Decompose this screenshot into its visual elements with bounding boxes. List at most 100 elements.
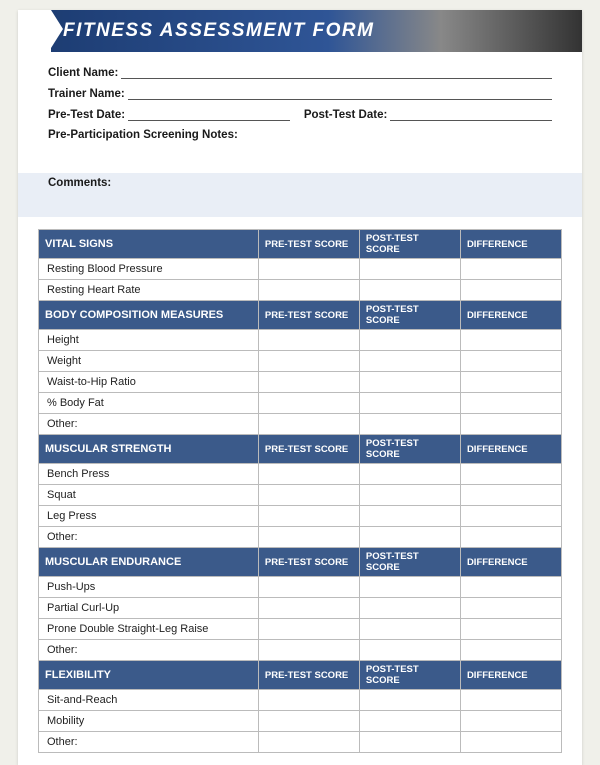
metric-label: Partial Curl-Up (39, 598, 259, 619)
metric-label: Sit-and-Reach (39, 690, 259, 711)
metric-label: Mobility (39, 711, 259, 732)
metric-label: Resting Heart Rate (39, 280, 259, 301)
form-fields-area: Client Name: Trainer Name: Pre-Test Date… (18, 52, 582, 173)
difference-cell[interactable] (460, 414, 561, 435)
section-header: VITAL SIGNSPRE-TEST SCOREPOST-TEST SCORE… (39, 230, 562, 259)
posttest-cell[interactable] (359, 598, 460, 619)
posttest-cell[interactable] (359, 414, 460, 435)
posttest-cell[interactable] (359, 485, 460, 506)
posttest-cell[interactable] (359, 351, 460, 372)
pre-test-date-input[interactable] (128, 108, 290, 121)
difference-cell[interactable] (460, 330, 561, 351)
table-row: Resting Blood Pressure (39, 259, 562, 280)
metric-label: Weight (39, 351, 259, 372)
metric-label: Height (39, 330, 259, 351)
pretest-cell[interactable] (258, 414, 359, 435)
posttest-cell[interactable] (359, 732, 460, 753)
pretest-cell[interactable] (258, 464, 359, 485)
posttest-cell[interactable] (359, 372, 460, 393)
client-name-input[interactable] (121, 66, 552, 79)
screening-notes-input[interactable] (48, 141, 552, 165)
table-row: Resting Heart Rate (39, 280, 562, 301)
difference-cell[interactable] (460, 527, 561, 548)
difference-cell[interactable] (460, 619, 561, 640)
difference-cell[interactable] (460, 485, 561, 506)
pretest-cell[interactable] (258, 527, 359, 548)
posttest-cell[interactable] (359, 640, 460, 661)
difference-cell[interactable] (460, 577, 561, 598)
pretest-cell[interactable] (258, 732, 359, 753)
pretest-cell[interactable] (258, 330, 359, 351)
difference-cell[interactable] (460, 598, 561, 619)
pretest-cell[interactable] (258, 393, 359, 414)
difference-cell[interactable] (460, 711, 561, 732)
posttest-cell[interactable] (359, 577, 460, 598)
difference-cell[interactable] (460, 280, 561, 301)
metric-label: Other: (39, 640, 259, 661)
posttest-cell[interactable] (359, 690, 460, 711)
difference-cell[interactable] (460, 393, 561, 414)
posttest-cell[interactable] (359, 506, 460, 527)
metric-label: Other: (39, 414, 259, 435)
posttest-cell[interactable] (359, 393, 460, 414)
difference-cell[interactable] (460, 259, 561, 280)
table-row: Weight (39, 351, 562, 372)
col-posttest: POST-TEST SCORE (359, 435, 460, 464)
metric-label: Prone Double Straight-Leg Raise (39, 619, 259, 640)
pretest-cell[interactable] (258, 598, 359, 619)
comments-block[interactable]: Comments: (18, 173, 582, 217)
posttest-cell[interactable] (359, 259, 460, 280)
table-row: Partial Curl-Up (39, 598, 562, 619)
table-row: Leg Press (39, 506, 562, 527)
col-posttest: POST-TEST SCORE (359, 548, 460, 577)
form-title: FITNESS ASSESSMENT FORM (63, 20, 374, 41)
pretest-cell[interactable] (258, 372, 359, 393)
pretest-cell[interactable] (258, 577, 359, 598)
pretest-cell[interactable] (258, 711, 359, 732)
posttest-cell[interactable] (359, 711, 460, 732)
trainer-name-input[interactable] (128, 87, 552, 100)
post-test-date-input[interactable] (390, 108, 552, 121)
posttest-cell[interactable] (359, 464, 460, 485)
col-posttest: POST-TEST SCORE (359, 301, 460, 330)
posttest-cell[interactable] (359, 280, 460, 301)
difference-cell[interactable] (460, 351, 561, 372)
col-pretest: PRE-TEST SCORE (258, 230, 359, 259)
pretest-cell[interactable] (258, 280, 359, 301)
metric-label: Other: (39, 732, 259, 753)
pretest-cell[interactable] (258, 351, 359, 372)
posttest-cell[interactable] (359, 619, 460, 640)
pretest-cell[interactable] (258, 506, 359, 527)
trainer-name-label: Trainer Name: (48, 88, 128, 100)
section-title: MUSCULAR ENDURANCE (39, 548, 259, 577)
col-pretest: PRE-TEST SCORE (258, 548, 359, 577)
pretest-cell[interactable] (258, 485, 359, 506)
pretest-cell[interactable] (258, 619, 359, 640)
difference-cell[interactable] (460, 732, 561, 753)
posttest-cell[interactable] (359, 527, 460, 548)
col-difference: DIFFERENCE (460, 548, 561, 577)
metric-label: Bench Press (39, 464, 259, 485)
section-header: MUSCULAR ENDURANCEPRE-TEST SCOREPOST-TES… (39, 548, 562, 577)
pretest-cell[interactable] (258, 690, 359, 711)
difference-cell[interactable] (460, 690, 561, 711)
difference-cell[interactable] (460, 464, 561, 485)
col-difference: DIFFERENCE (460, 661, 561, 690)
posttest-cell[interactable] (359, 330, 460, 351)
metric-label: Other: (39, 527, 259, 548)
test-dates-row: Pre-Test Date: Post-Test Date: (48, 108, 552, 121)
table-row: Other: (39, 414, 562, 435)
table-row: Height (39, 330, 562, 351)
table-row: Waist-to-Hip Ratio (39, 372, 562, 393)
col-pretest: PRE-TEST SCORE (258, 661, 359, 690)
pretest-cell[interactable] (258, 640, 359, 661)
pretest-cell[interactable] (258, 259, 359, 280)
client-name-label: Client Name: (48, 67, 121, 79)
table-row: Other: (39, 640, 562, 661)
section-header: MUSCULAR STRENGTHPRE-TEST SCOREPOST-TEST… (39, 435, 562, 464)
difference-cell[interactable] (460, 640, 561, 661)
table-row: Squat (39, 485, 562, 506)
difference-cell[interactable] (460, 372, 561, 393)
difference-cell[interactable] (460, 506, 561, 527)
header-banner: FITNESS ASSESSMENT FORM (18, 10, 582, 52)
